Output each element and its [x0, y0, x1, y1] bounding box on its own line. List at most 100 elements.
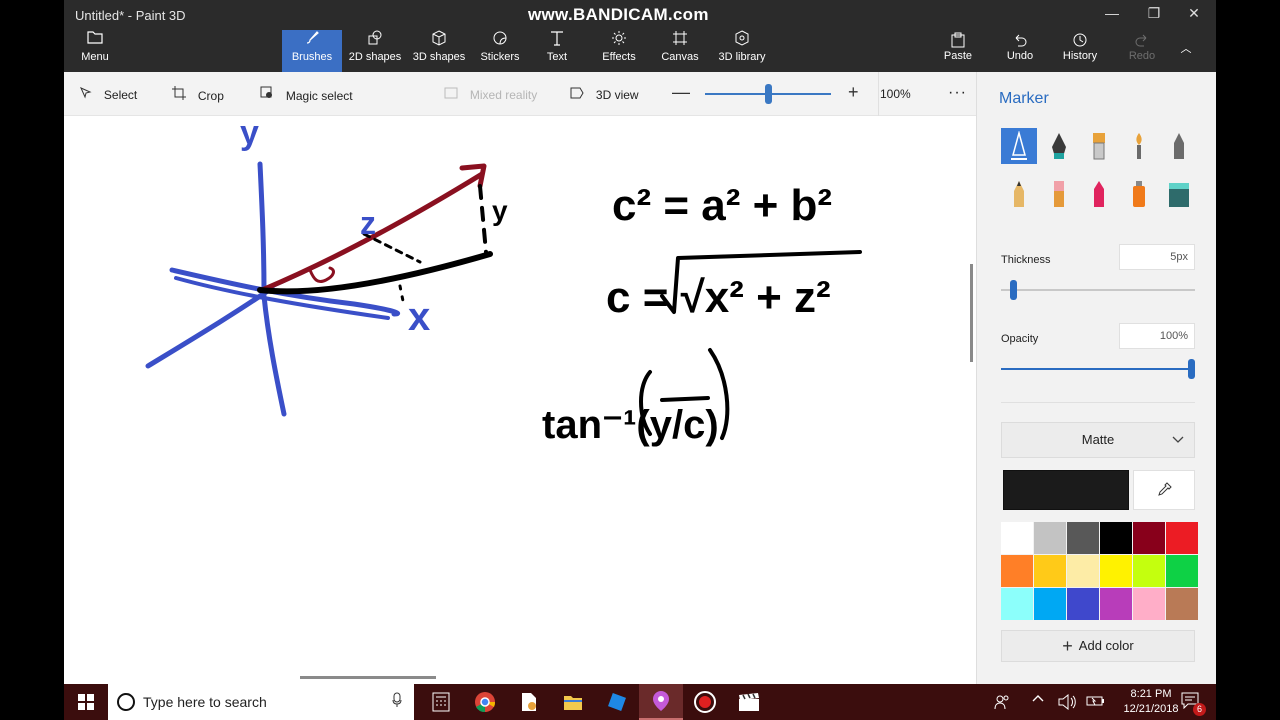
- tool-canvas[interactable]: Canvas: [656, 30, 704, 72]
- taskbar-paint3d[interactable]: [639, 684, 683, 720]
- finish-value: Matte: [1081, 432, 1115, 447]
- history-icon: [1052, 32, 1108, 50]
- brush-crayon[interactable]: [1081, 176, 1117, 212]
- folder-icon: [78, 30, 112, 50]
- menu-button[interactable]: Menu: [78, 30, 112, 72]
- palette-swatch[interactable]: [1133, 555, 1165, 587]
- finish-dropdown[interactable]: Matte: [1001, 422, 1195, 458]
- tool-2d-shapes[interactable]: 2D shapes: [344, 30, 406, 72]
- tool-brushes[interactable]: Brushes: [282, 30, 342, 72]
- more-options-button[interactable]: ···: [948, 84, 967, 102]
- label-axis-y: y: [240, 116, 259, 152]
- tool-text[interactable]: Text: [534, 30, 580, 72]
- pencil-icon: [1014, 181, 1024, 207]
- taskbar-files[interactable]: [507, 684, 551, 720]
- taskbar-blue-app[interactable]: [595, 684, 639, 720]
- taskbar-calculator[interactable]: [419, 684, 463, 720]
- taskbar-search-box[interactable]: Type here to search: [108, 684, 414, 720]
- tool-3d-shapes[interactable]: 3D shapes: [408, 30, 470, 72]
- magic-select-button[interactable]: Magic select: [260, 86, 353, 103]
- zoom-in-button[interactable]: +: [848, 82, 859, 103]
- notification-badge: 6: [1193, 703, 1206, 716]
- paste-button[interactable]: Paste: [930, 32, 986, 62]
- undo-button[interactable]: Undo: [992, 32, 1048, 62]
- palette-swatch[interactable]: [1166, 555, 1198, 587]
- palette-swatch[interactable]: [1034, 555, 1066, 587]
- thickness-input[interactable]: 5px: [1119, 244, 1195, 270]
- view-3d-button[interactable]: 3D view: [570, 86, 639, 102]
- opacity-input[interactable]: 100%: [1119, 323, 1195, 349]
- chevron-up-icon[interactable]: [1032, 692, 1044, 709]
- palette-swatch[interactable]: [1133, 588, 1165, 620]
- palette-swatch[interactable]: [1001, 588, 1033, 620]
- taskbar-file-explorer[interactable]: [551, 684, 595, 720]
- close-button[interactable]: ✕: [1174, 5, 1214, 25]
- brush-marker[interactable]: [1001, 128, 1037, 164]
- palette-swatch[interactable]: [1001, 522, 1033, 554]
- palette-swatch[interactable]: [1067, 555, 1099, 587]
- taskbar-video-editor[interactable]: [727, 684, 771, 720]
- color-palette: [1001, 522, 1198, 620]
- eyedropper-button[interactable]: [1133, 470, 1195, 510]
- brush-calligraphy-pen[interactable]: [1041, 128, 1077, 164]
- opacity-slider-track[interactable]: [1001, 368, 1195, 370]
- current-color-swatch[interactable]: [1003, 470, 1129, 510]
- minimize-button[interactable]: —: [1092, 5, 1132, 25]
- palette-swatch[interactable]: [1067, 522, 1099, 554]
- zoom-out-button[interactable]: —: [672, 82, 690, 103]
- palette-swatch[interactable]: [1067, 588, 1099, 620]
- redo-button[interactable]: Redo: [1114, 32, 1170, 62]
- tool-stickers[interactable]: Stickers: [472, 30, 528, 72]
- label-side-y: y: [492, 195, 508, 226]
- palette-swatch[interactable]: [1034, 588, 1066, 620]
- battery-icon[interactable]: [1086, 694, 1106, 711]
- brush-spray-can[interactable]: [1121, 176, 1157, 212]
- horizontal-scrollbar[interactable]: [300, 676, 436, 679]
- restore-button[interactable]: ❐: [1134, 5, 1174, 25]
- vertical-scrollbar[interactable]: [970, 264, 973, 362]
- zoom-slider-thumb[interactable]: [764, 84, 772, 104]
- menu-label: Menu: [81, 51, 109, 63]
- brush-pencil[interactable]: [1001, 176, 1037, 212]
- thickness-slider-track[interactable]: [1001, 289, 1195, 291]
- tool-3d-library[interactable]: 3D library: [714, 30, 770, 72]
- crop-label: Crop: [197, 89, 224, 103]
- brush-fill[interactable]: [1161, 176, 1197, 212]
- tool-effects[interactable]: Effects: [594, 30, 644, 72]
- thickness-label: Thickness: [1001, 254, 1051, 266]
- tool-label: Brushes: [291, 51, 333, 63]
- drawing-canvas[interactable]: y z x y c² = a² + b² c = √x² + z² tan⁻¹(…: [64, 116, 976, 684]
- add-color-button[interactable]: + Add color: [1001, 630, 1195, 662]
- palette-swatch[interactable]: [1133, 522, 1165, 554]
- palette-swatch[interactable]: [1166, 588, 1198, 620]
- speaker-icon[interactable]: [1058, 693, 1076, 713]
- mixed-reality-button[interactable]: Mixed reality: [444, 86, 537, 102]
- people-icon[interactable]: [994, 694, 1010, 713]
- view-3d-label: 3D view: [595, 88, 639, 102]
- secondary-toolbar: Select Crop Magic select Mixed reality 3…: [64, 72, 976, 116]
- opacity-slider-thumb[interactable]: [1188, 359, 1195, 379]
- brush-watercolor[interactable]: [1121, 128, 1157, 164]
- palette-swatch[interactable]: [1001, 555, 1033, 587]
- taskbar-clock[interactable]: 8:21 PM 12/21/2018: [1114, 687, 1188, 717]
- select-button[interactable]: Select: [80, 86, 137, 102]
- history-button[interactable]: History: [1052, 32, 1108, 62]
- angle-arc-stroke: [308, 266, 335, 284]
- opacity-label: Opacity: [1001, 333, 1039, 345]
- action-center-button[interactable]: 6: [1180, 691, 1206, 716]
- start-button[interactable]: [64, 684, 108, 720]
- palette-swatch[interactable]: [1100, 588, 1132, 620]
- taskbar-chrome[interactable]: [463, 684, 507, 720]
- palette-swatch[interactable]: [1034, 522, 1066, 554]
- collapse-ribbon-button[interactable]: ︿: [1166, 40, 1206, 56]
- files-icon: [522, 693, 536, 711]
- palette-swatch[interactable]: [1100, 522, 1132, 554]
- crop-button[interactable]: Crop: [172, 86, 224, 103]
- taskbar-recorder[interactable]: [683, 684, 727, 720]
- palette-swatch[interactable]: [1166, 522, 1198, 554]
- brush-oil[interactable]: [1081, 128, 1117, 164]
- brush-pixel-pen[interactable]: [1161, 128, 1197, 164]
- brush-eraser[interactable]: [1041, 176, 1077, 212]
- palette-swatch[interactable]: [1100, 555, 1132, 587]
- thickness-slider-thumb[interactable]: [1010, 280, 1018, 300]
